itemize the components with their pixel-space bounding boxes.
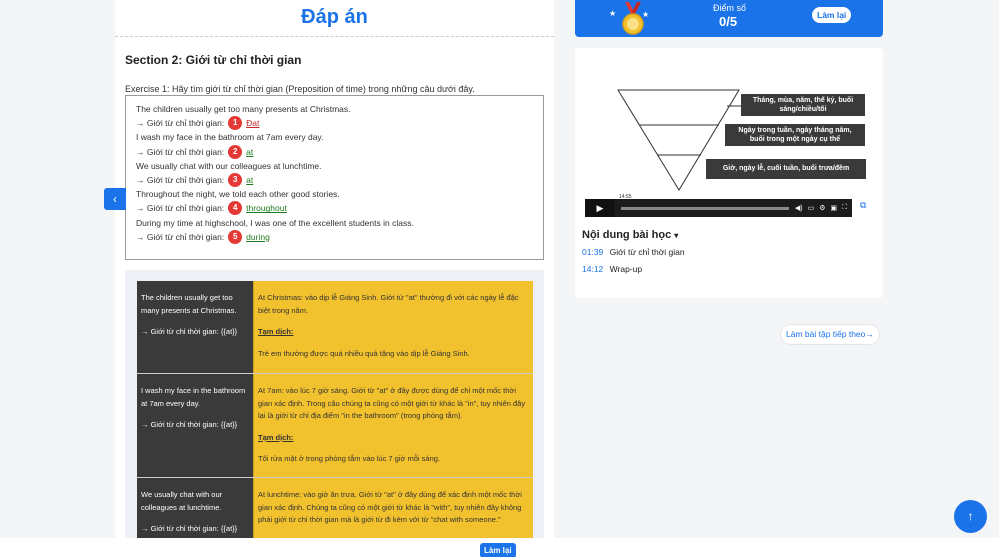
answer-line: → Giới từ chỉ thời gian: 1 Đat	[136, 116, 533, 131]
video-controls: ▶ ◀) ▭ ⚙ ▣ ⛶	[585, 199, 852, 217]
answer-prefix: → Giới từ chỉ thời gian:	[136, 146, 225, 157]
answer-line: → Giới từ chỉ thời gian: 4 throughout	[136, 201, 533, 216]
exercise-instruction: Exercise 1: Hãy tìm giới từ chỉ thời gia…	[125, 84, 475, 94]
question-sentence: We usually chat with our colleagues at l…	[136, 160, 322, 171]
toc-item[interactable]: 14:12 Wrap-up	[582, 264, 642, 274]
pyramid-label-bottom: Giờ, ngày lễ, cuối tuần, buổi trưa/đêm	[706, 159, 866, 179]
play-icon: ▶	[596, 203, 604, 213]
volume-icon[interactable]: ◀)	[795, 204, 803, 212]
question-sentence: The children usually get too many presen…	[136, 104, 351, 114]
question-sentence: During my time at highschool, I was one …	[136, 217, 414, 228]
settings-icon[interactable]: ⚙	[819, 204, 825, 212]
question-number-badge: 2	[228, 144, 243, 159]
question-number-badge: 3	[228, 173, 243, 188]
answer-value: during	[246, 231, 270, 242]
external-link-icon[interactable]: ⧉	[860, 200, 866, 211]
answer-prefix: → Giới từ chỉ thời gian:	[136, 118, 225, 129]
explanation-question-cell: The children usually get too many presen…	[137, 281, 253, 373]
sidebar-toggle-button[interactable]: ‹	[104, 188, 126, 210]
caret-down-icon: ▾	[674, 231, 679, 240]
captions-icon[interactable]: ▭	[808, 204, 815, 212]
next-exercise-button[interactable]: Làm bài tập tiếp theo→	[780, 324, 880, 345]
question-box: The children usually get too many presen…	[125, 95, 544, 260]
explanation-table: The children usually get too many presen…	[125, 270, 544, 557]
score-label: Điểm số	[713, 3, 747, 13]
answer-prefix: → Giới từ chỉ thời gian:	[136, 231, 225, 242]
question-number-badge: 4	[228, 201, 243, 216]
scroll-to-top-button[interactable]: ↑	[954, 500, 987, 533]
toc-title-text: Nội dung bài học	[582, 229, 672, 241]
explanation-question-cell: I wash my face in the bathroom at 7am ev…	[137, 374, 253, 477]
score-value: 0/5	[719, 14, 738, 29]
explanation-sentence: We usually chat with our colleagues at l…	[141, 490, 223, 512]
explanation-answer: → Giới từ chỉ thời gian: {{at}}	[141, 524, 238, 533]
explanation-detail-cell: At 7am: vào lúc 7 giờ sáng. Giới từ "at"…	[253, 374, 533, 477]
toc-timestamp[interactable]: 14:12	[582, 264, 603, 274]
chevron-left-icon: ‹	[113, 192, 117, 206]
pip-icon[interactable]: ▣	[830, 204, 837, 212]
translation-text: Trẻ em thường được quá nhiều quà tặng và…	[258, 348, 470, 358]
play-button[interactable]: ▶	[585, 199, 615, 217]
video-card: Tháng, mùa, năm, thế kỷ, buổi sáng/chiều…	[575, 48, 883, 298]
arrow-up-icon: ↑	[967, 509, 974, 523]
question-sentence: I wash my face in the bathroom at 7am ev…	[136, 132, 324, 143]
question-number-badge: 5	[228, 229, 243, 244]
explanation-text: At 7am: vào lúc 7 giờ sáng. Giới từ "at"…	[258, 386, 526, 420]
translation-label: Tạm dịch:	[258, 327, 294, 336]
bottom-redo-button[interactable]: Làm lại	[480, 543, 516, 557]
star-icon: ★	[609, 9, 617, 18]
score-card: ★ ★ Điểm số 0/5 Làm lại	[575, 0, 883, 37]
answer-title: Đáp án	[115, 0, 554, 37]
pyramid-label-middle: Ngày trong tuần, ngày tháng năm, buổi tr…	[725, 124, 865, 146]
toc-item-label: Wrap-up	[609, 264, 643, 274]
toc-item[interactable]: 01:39 Giới từ chỉ thời gian	[582, 247, 685, 257]
translation-text: Tôi rửa mặt ở trong phòng tắm vào lúc 7 …	[258, 454, 441, 463]
explanation-sentence: I wash my face in the bathroom at 7am ev…	[141, 386, 246, 408]
explanation-answer: → Giới từ chỉ thời gian: {{at}}	[141, 327, 238, 336]
explanation-row: The children usually get too many presen…	[137, 281, 533, 373]
question-sentence: Throughout the night, we told each other…	[136, 189, 340, 200]
translation-label: Tạm dịch:	[258, 432, 294, 442]
medal-icon	[622, 2, 644, 35]
explanation-text: At lunchtime: vào giờ ăn trưa. Giới từ "…	[258, 490, 522, 524]
explanation-row: I wash my face in the bathroom at 7am ev…	[137, 373, 533, 477]
explanation-text: At Christmas: vào dịp lễ Giáng Sinh. Giớ…	[258, 293, 519, 315]
fullscreen-icon[interactable]: ⛶	[842, 204, 847, 212]
answer-prefix: → Giới từ chỉ thời gian:	[136, 203, 225, 214]
answer-value: throughout	[246, 203, 287, 214]
answer-prefix: → Giới từ chỉ thời gian:	[136, 174, 225, 185]
answer-line: → Giới từ chỉ thời gian: 5 during	[136, 229, 533, 244]
answer-line: → Giới từ chỉ thời gian: 3 at	[136, 173, 533, 188]
toc-timestamp[interactable]: 01:39	[582, 247, 603, 257]
explanation-sentence: The children usually get too many presen…	[141, 293, 237, 315]
answer-line: → Giới từ chỉ thời gian: 2 at	[136, 144, 533, 159]
section-title: Section 2: Giới từ chỉ thời gian	[125, 53, 302, 67]
redo-button[interactable]: Làm lại	[812, 7, 852, 23]
toc-title[interactable]: Nội dung bài học ▾	[582, 229, 678, 241]
answer-value: at	[246, 174, 254, 185]
explanation-detail-cell: At Christmas: vào dịp lễ Giáng Sinh. Giớ…	[253, 281, 533, 373]
answer-card: Đáp án Section 2: Giới từ chỉ thời gian …	[115, 0, 554, 557]
pyramid-label-top: Tháng, mùa, năm, thế kỷ, buổi sáng/chiều…	[741, 94, 865, 116]
video-progress-bar[interactable]	[621, 206, 789, 210]
question-number-badge: 1	[228, 116, 243, 131]
answer-value: at	[246, 146, 254, 157]
toc-item-label: Giới từ chỉ thời gian	[609, 247, 685, 257]
answer-value: Đat	[246, 118, 260, 129]
explanation-answer: → Giới từ chỉ thời gian: {{at}}	[141, 420, 238, 429]
